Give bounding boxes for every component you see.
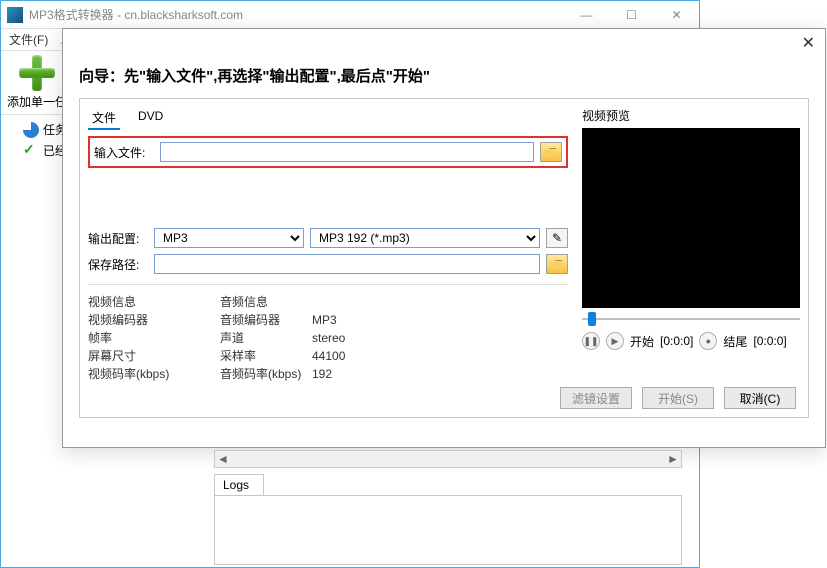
pause-button[interactable]: ❚❚ [582,332,600,350]
filter-settings-button[interactable]: 滤镜设置 [560,387,632,409]
horizontal-scrollbar[interactable]: ◄ ► [214,450,682,468]
start-time: [0:0:0] [660,334,693,348]
dialog-titlebar: ✕ [63,29,825,57]
video-info-header: 视频信息 [88,293,180,311]
tab-dvd[interactable]: DVD [134,107,167,130]
cancel-button[interactable]: 取消(C) [724,387,796,409]
folder-open-icon [550,258,564,270]
media-info: 视频信息 视频编码器 帧率 屏幕尺寸 视频码率(kbps) 音频信息 音频编码器… [88,284,568,383]
settings-column: 文件 DVD 输入文件: 输出配置: MP3 [88,107,568,383]
logs-tab[interactable]: Logs [214,474,264,495]
close-button[interactable]: ✕ [654,1,699,29]
audio-codec-label: 音频编码器 [220,311,302,329]
tab-file[interactable]: 文件 [88,107,120,130]
bg-lower-area: ◄ ► Logs [214,450,682,565]
start-label: 开始 [630,333,654,350]
browse-save-button[interactable] [546,254,568,274]
video-codec-label: 视频编码器 [88,311,170,329]
sample-rate-label: 采样率 [220,347,302,365]
slider-thumb[interactable] [588,312,596,326]
save-path-label: 保存路径: [88,256,148,273]
wizard-panel: 文件 DVD 输入文件: 输出配置: MP3 [79,98,809,418]
audio-codec-value: MP3 [312,311,337,329]
check-icon [23,143,39,159]
audio-bitrate-value: 192 [312,365,332,383]
save-path-row: 保存路径: [88,254,568,274]
menu-file[interactable]: 文件(F) [9,31,48,48]
edit-profile-button[interactable]: ✎ [546,228,568,248]
audio-bitrate-label: 音频码率(kbps) [220,365,302,383]
minimize-button[interactable]: ― [564,1,609,29]
fps-label: 帧率 [88,329,170,347]
main-title: MP3格式转换器 - cn.blacksharksoft.com [29,6,564,23]
save-path-field[interactable] [154,254,540,274]
plus-icon [19,55,55,91]
browse-input-button[interactable] [540,142,562,162]
maximize-button[interactable]: ☐ [609,1,654,29]
input-file-label: 输入文件: [94,144,154,161]
channel-label: 声道 [220,329,302,347]
input-file-field[interactable] [160,142,534,162]
end-label: 结尾 [723,333,747,350]
preview-column: 视频预览 ❚❚ ▶ 开始 [0:0:0] ● 结尾 [0:0:0] [582,107,800,383]
pencil-icon: ✎ [552,231,562,245]
format-select[interactable]: MP3 [154,228,304,248]
play-button[interactable]: ▶ [606,332,624,350]
output-profile-row: 输出配置: MP3 MP3 192 (*.mp3) ✎ [88,228,568,248]
dialog-close-button[interactable]: ✕ [802,33,815,53]
folder-open-icon [544,146,558,158]
slider-track [582,318,800,320]
add-single-task-button[interactable]: 添加单一任 [7,55,67,110]
video-preview [582,128,800,308]
channel-value: stereo [312,329,345,347]
scroll-left-button[interactable]: ◄ [215,451,231,467]
dialog-buttons: 滤镜设置 开始(S) 取消(C) [560,387,796,409]
screen-size-label: 屏幕尺寸 [88,347,170,365]
preset-select[interactable]: MP3 192 (*.mp3) [310,228,540,248]
audio-info: 音频信息 音频编码器 MP3 声道 stereo 采样率 44100 音频码率(kbp… [220,293,345,383]
app-icon [7,7,23,23]
playback-slider[interactable] [582,310,800,328]
end-time: [0:0:0] [753,334,786,348]
add-single-label: 添加单一任 [7,93,67,110]
video-bitrate-label: 视频码率(kbps) [88,365,170,383]
mark-button[interactable]: ● [699,332,717,350]
video-info: 视频信息 视频编码器 帧率 屏幕尺寸 视频码率(kbps) [88,293,180,383]
refresh-icon [23,122,39,138]
source-tabs: 文件 DVD [88,107,568,130]
input-file-row-highlight: 输入文件: [88,136,568,168]
preview-label: 视频预览 [582,107,800,124]
wizard-dialog: ✕ 向导：先"输入文件",再选择"输出配置",最后点"开始" 文件 DVD 输入… [62,28,826,448]
start-button[interactable]: 开始(S) [642,387,714,409]
sample-rate-value: 44100 [312,347,345,365]
audio-info-header: 音频信息 [220,293,345,311]
scroll-right-button[interactable]: ► [665,451,681,467]
main-titlebar: MP3格式转换器 - cn.blacksharksoft.com ― ☐ ✕ [1,1,699,29]
wizard-title: 向导：先"输入文件",再选择"输出配置",最后点"开始" [79,63,809,98]
output-profile-label: 输出配置: [88,230,148,247]
logs-panel [214,495,682,565]
playback-controls: ❚❚ ▶ 开始 [0:0:0] ● 结尾 [0:0:0] [582,332,800,350]
